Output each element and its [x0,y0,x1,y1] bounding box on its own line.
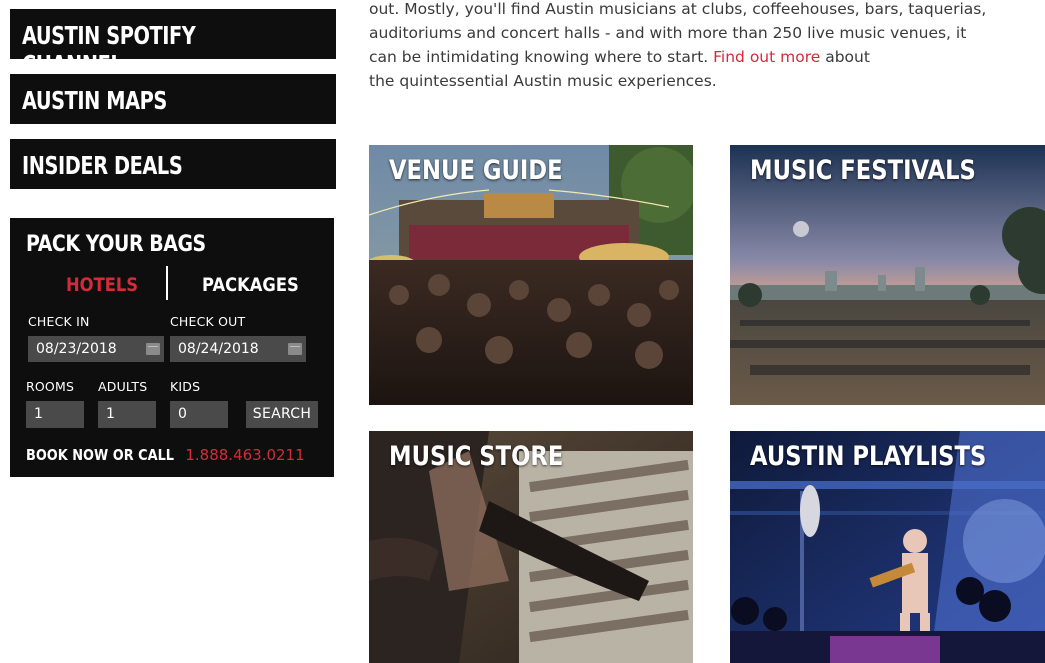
nav-austin-spotify-channel[interactable]: AUSTIN SPOTIFY CHANNEL [10,9,336,79]
tile-music-festivals[interactable]: MUSIC FESTIVALS [730,145,1045,405]
search-button[interactable]: SEARCH [246,401,318,428]
tile-label: MUSIC FESTIVALS [750,155,976,186]
intro-line: auditoriums and concert halls - and with… [369,24,967,42]
tile-venue-guide[interactable]: VENUE GUIDE [369,145,693,405]
phone-link[interactable]: 1.888.463.0211 [185,446,304,464]
check-out-value: 08/24/2018 [178,341,259,357]
intro-text-fragment: about [820,48,870,66]
tile-label: VENUE GUIDE [389,155,563,186]
tile-label: AUSTIN PLAYLISTS [750,441,987,472]
adults-label: ADULTS [98,379,148,394]
intro-text-fragment: can be intimidating knowing where to sta… [369,48,714,66]
intro-line: out. Mostly, you'll find Austin musician… [369,0,987,18]
book-now-label: BOOK NOW OR CALL [26,446,175,464]
adults-input[interactable]: 1 [98,401,156,428]
tab-hotels[interactable]: HOTELS [66,274,150,296]
rooms-input[interactable]: 1 [26,401,84,428]
find-out-more-link[interactable]: Find out more [713,48,820,66]
intro-line: can be intimidating knowing where to sta… [369,45,1045,69]
tile-music-store[interactable]: MUSIC STORE [369,431,693,663]
intro-text: out. Mostly, you'll find Austin musician… [369,0,1045,93]
book-now-line: BOOK NOW OR CALL 1.888.463.0211 [26,446,305,464]
tab-divider [166,266,168,300]
nav-label: AUSTIN MAPS [22,86,167,115]
booking-widget: PACK YOUR BAGS HOTELS PACKAGES CHECK IN … [10,218,334,477]
intro-line: the quintessential Austin music experien… [369,72,717,90]
tile-label: MUSIC STORE [389,441,564,472]
calendar-icon[interactable] [288,343,302,355]
check-in-value: 08/23/2018 [36,341,117,357]
check-out-label: CHECK OUT [170,314,246,329]
calendar-icon[interactable] [146,343,160,355]
nav-label: AUSTIN SPOTIFY CHANNEL [22,21,196,79]
kids-input[interactable]: 0 [170,401,228,428]
rooms-label: ROOMS [26,379,75,394]
check-in-label: CHECK IN [28,314,90,329]
nav-austin-maps[interactable]: AUSTIN MAPS [10,74,336,124]
tile-austin-playlists[interactable]: AUSTIN PLAYLISTS [730,431,1045,663]
kids-label: KIDS [170,379,201,394]
check-out-input[interactable]: 08/24/2018 [170,336,306,362]
check-in-input[interactable]: 08/23/2018 [28,336,164,362]
nav-insider-deals[interactable]: INSIDER DEALS [10,139,336,189]
widget-title: PACK YOUR BAGS [26,232,206,257]
tab-packages[interactable]: PACKAGES [202,274,315,296]
nav-label: INSIDER DEALS [22,151,183,180]
